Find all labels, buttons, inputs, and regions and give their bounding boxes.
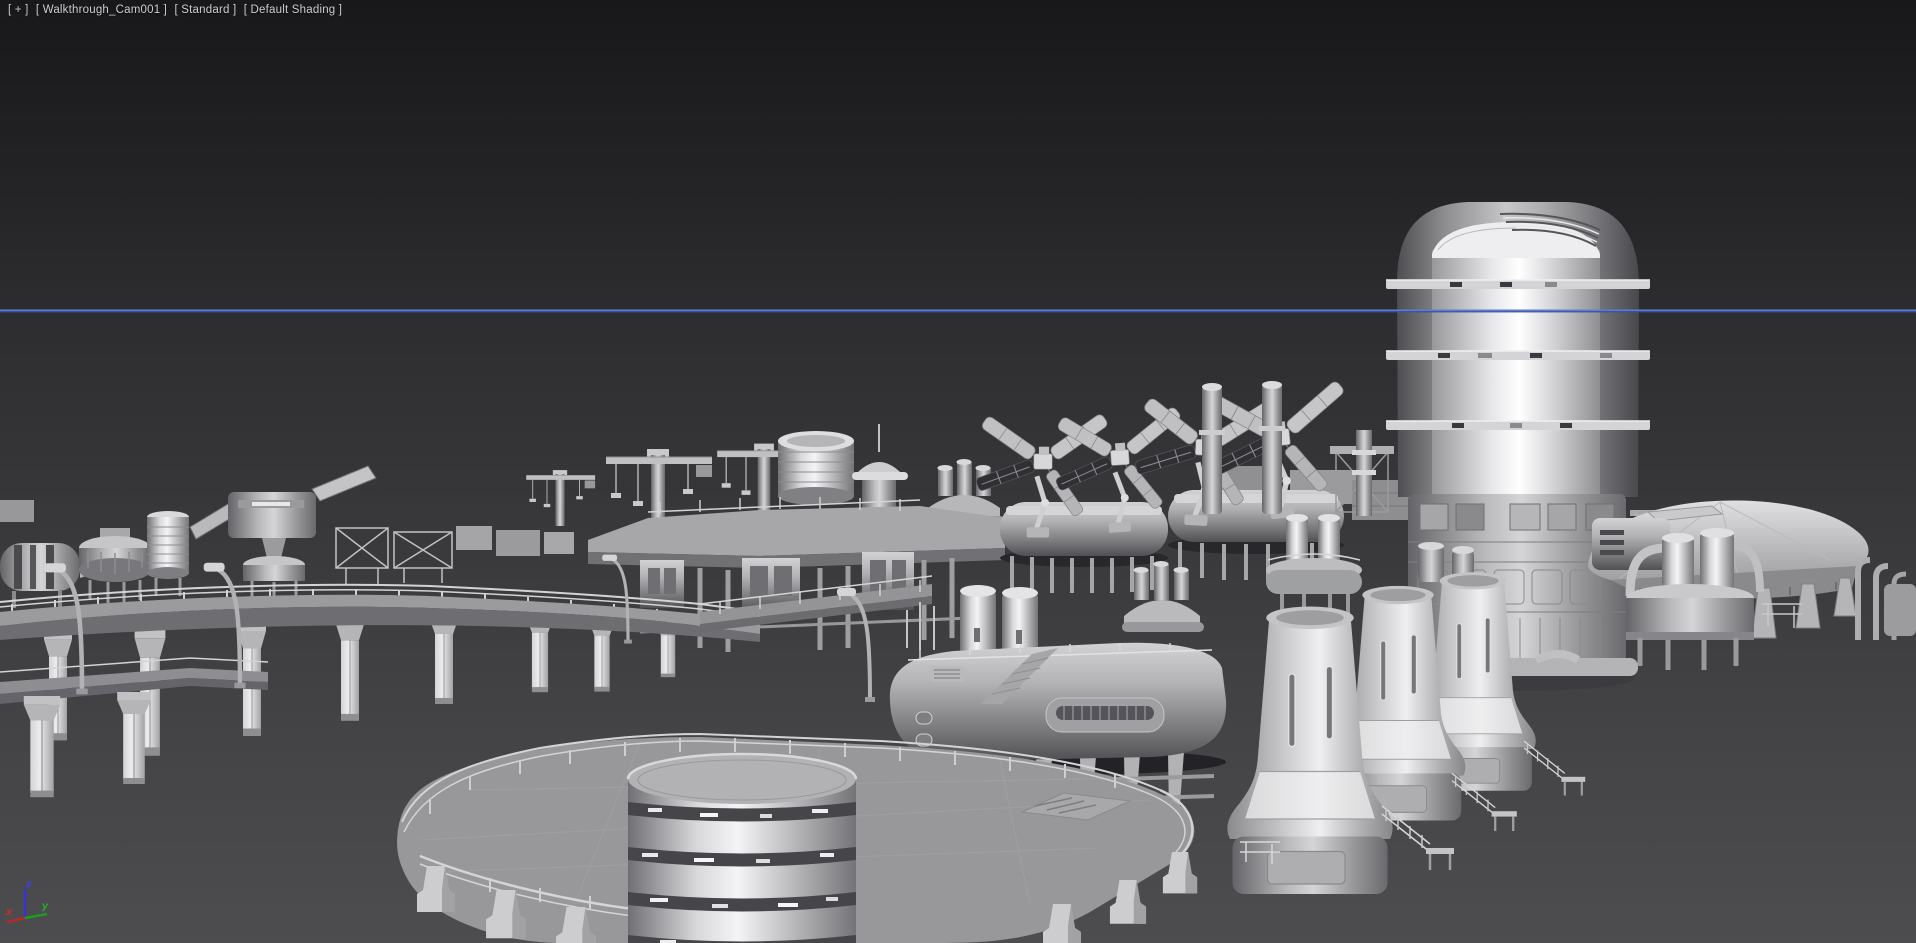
y-axis-label: y (42, 901, 49, 912)
cylindrical-tower-building[interactable] (626, 752, 858, 943)
machinery-row-left[interactable] (0, 465, 574, 608)
hangar-saucer[interactable] (1588, 500, 1916, 670)
scene-root[interactable] (0, 202, 1916, 943)
satellite-arrays[interactable] (975, 379, 1422, 593)
z-axis-label: z (25, 879, 32, 890)
3d-viewport[interactable]: x y z [ + ] [ Walkthrough_Cam001 ] [ Sta… (0, 0, 1916, 943)
y-axis-line (24, 912, 48, 920)
viewport-camera-label[interactable]: [ Walkthrough_Cam001 ] (36, 4, 167, 16)
x-axis-line (6, 916, 26, 924)
viewport-renderer-label[interactable]: [ Standard ] (175, 4, 237, 16)
world-axis-gizmo: x y z (5, 879, 49, 924)
viewport-label-bar: [ + ] [ Walkthrough_Cam001 ] [ Standard … (8, 4, 346, 16)
x-axis-label: x (5, 907, 13, 918)
viewport-menu-button[interactable]: [ + ] (8, 4, 29, 16)
scene-canvas[interactable]: x y z (0, 0, 1916, 943)
viewport-shading-label[interactable]: [ Default Shading ] (244, 4, 342, 16)
horizon-line (0, 309, 1916, 313)
